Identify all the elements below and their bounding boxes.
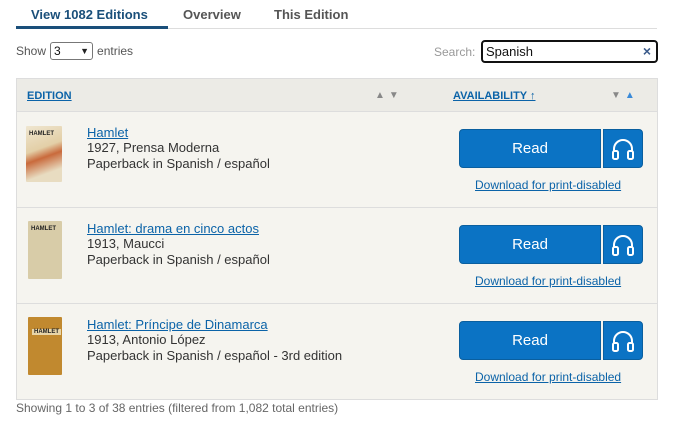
edition-format: Paperback in Spanish / español	[87, 252, 270, 267]
download-print-disabled-link[interactable]: Download for print-disabled	[475, 178, 621, 192]
book-cover[interactable]: HAMLET	[28, 221, 62, 279]
tab-this-edition[interactable]: This Edition	[274, 7, 348, 22]
table-info: Showing 1 to 3 of 38 entries (filtered f…	[16, 401, 339, 415]
read-button[interactable]: Read	[459, 321, 601, 360]
cover-title: HAMLET	[32, 329, 61, 335]
tab-view-editions[interactable]: View 1082 Editions	[31, 7, 148, 22]
edition-title-link[interactable]: Hamlet	[87, 125, 128, 140]
entries-label: entries	[97, 44, 134, 58]
cover-title: HAMLET	[31, 226, 56, 232]
cover-title: HAMLET	[29, 131, 54, 137]
headphones-icon	[612, 138, 634, 160]
active-tab-indicator	[16, 26, 168, 29]
edition-sort-icon[interactable]: ▲▼	[375, 90, 403, 101]
headphones-icon	[612, 330, 634, 352]
edition-title-link[interactable]: Hamlet: Príncipe de Dinamarca	[87, 317, 268, 332]
search-input[interactable]: Spanish ×	[481, 40, 658, 63]
edition-year-publisher: 1927, Prensa Moderna	[87, 140, 220, 155]
edition-format: Paperback in Spanish / español	[87, 156, 270, 171]
edition-year-publisher: 1913, Antonio López	[87, 332, 206, 347]
book-cover[interactable]: HAMLET	[28, 317, 62, 375]
read-button[interactable]: Read	[459, 225, 601, 264]
book-cover[interactable]: HAMLET	[26, 126, 62, 182]
length-control: Show 3 ▼ entries	[16, 42, 133, 60]
search-input-value: Spanish	[486, 44, 533, 59]
availability-sort-icon[interactable]: ▼▲	[611, 90, 639, 101]
table-row: HAMLET Hamlet: Príncipe de Dinamarca 191…	[17, 304, 657, 400]
download-print-disabled-link[interactable]: Download for print-disabled	[475, 274, 621, 288]
edition-year-publisher: 1913, Maucci	[87, 236, 165, 251]
table-row: HAMLET Hamlet: drama en cinco actos 1913…	[17, 208, 657, 304]
table-header: EDITION ▲▼ AVAILABILITY ↑ ▼▲	[17, 79, 657, 112]
edition-tabs: View 1082 Editions Overview This Edition	[16, 0, 657, 29]
chevron-down-icon: ▼	[80, 46, 90, 56]
entries-select-value: 3	[54, 44, 61, 58]
listen-button[interactable]	[603, 225, 643, 264]
search-label: Search:	[434, 45, 476, 59]
clear-search-icon[interactable]: ×	[643, 42, 651, 61]
listen-button[interactable]	[603, 321, 643, 360]
listen-button[interactable]	[603, 129, 643, 168]
availability-column-header[interactable]: AVAILABILITY ↑	[453, 90, 536, 102]
edition-format: Paperback in Spanish / español - 3rd edi…	[87, 348, 343, 363]
download-print-disabled-link[interactable]: Download for print-disabled	[475, 370, 621, 384]
show-label: Show	[16, 44, 47, 58]
edition-column-header[interactable]: EDITION	[27, 90, 72, 102]
read-button[interactable]: Read	[459, 129, 601, 168]
editions-table: EDITION ▲▼ AVAILABILITY ↑ ▼▲ HAMLET Haml…	[16, 78, 658, 400]
table-row: HAMLET Hamlet 1927, Prensa Moderna Paper…	[17, 112, 657, 208]
tab-overview[interactable]: Overview	[183, 7, 241, 22]
entries-select[interactable]: 3 ▼	[50, 42, 94, 60]
edition-title-link[interactable]: Hamlet: drama en cinco actos	[87, 221, 259, 236]
headphones-icon	[612, 234, 634, 256]
